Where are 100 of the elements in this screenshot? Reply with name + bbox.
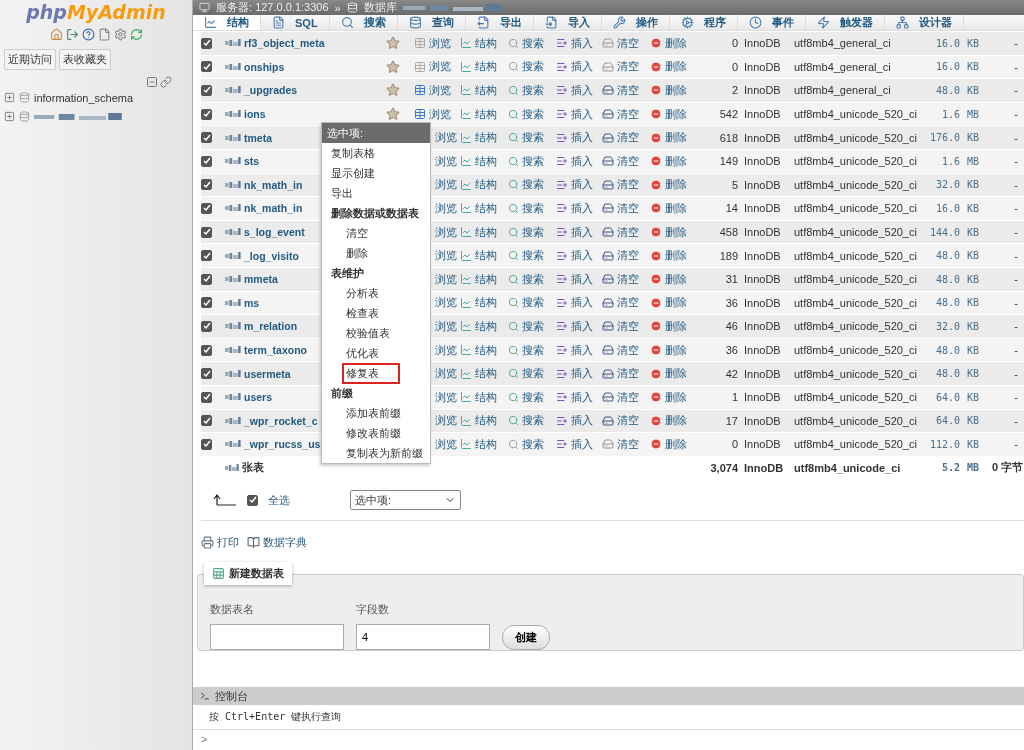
browse-link[interactable]: 浏览 — [414, 35, 460, 51]
empty-link[interactable]: 清空 — [602, 106, 650, 122]
empty-link[interactable]: 清空 — [602, 366, 650, 382]
structure-link[interactable]: 结构 — [460, 200, 508, 216]
structure-link[interactable]: 结构 — [460, 389, 508, 405]
empty-link[interactable]: 清空 — [602, 342, 650, 358]
menu-item[interactable]: 复制表为新前缀 — [342, 442, 427, 464]
insert-link[interactable]: 插入 — [556, 35, 602, 51]
structure-link[interactable]: 结构 — [460, 342, 508, 358]
insert-link[interactable]: 插入 — [556, 59, 602, 75]
empty-link[interactable]: 清空 — [602, 35, 650, 51]
table-name[interactable]: nk_math_in — [244, 202, 303, 215]
table-name[interactable]: term_taxono — [244, 344, 307, 356]
structure-link[interactable]: 结构 — [460, 318, 508, 334]
structure-link[interactable]: 结构 — [460, 366, 508, 382]
empty-link[interactable]: 清空 — [602, 318, 650, 334]
tab[interactable]: SQL — [261, 15, 330, 30]
structure-link[interactable]: 结构 — [460, 295, 508, 311]
insert-link[interactable]: 插入 — [556, 366, 602, 382]
home-icon[interactable] — [49, 28, 63, 41]
insert-link[interactable]: 插入 — [556, 389, 602, 405]
search-link[interactable]: 搜索 — [508, 224, 556, 240]
table-name[interactable]: _log_visito — [244, 249, 299, 262]
empty-link[interactable]: 清空 — [602, 200, 650, 216]
breadcrumb-database[interactable]: 数据库 — [363, 0, 397, 15]
structure-link[interactable]: 结构 — [460, 83, 508, 98]
structure-link[interactable]: 结构 — [460, 224, 508, 240]
drop-link[interactable]: 删除 — [650, 200, 700, 216]
insert-link[interactable]: 插入 — [556, 413, 602, 429]
search-link[interactable]: 搜索 — [508, 248, 556, 264]
search-link[interactable]: 搜索 — [508, 318, 556, 334]
tab[interactable]: 搜索 — [329, 15, 398, 30]
search-link[interactable]: 搜索 — [508, 200, 556, 216]
star-icon[interactable] — [386, 36, 400, 51]
drop-link[interactable]: 删除 — [650, 413, 700, 429]
search-link[interactable]: 搜索 — [508, 130, 556, 146]
search-link[interactable]: 搜索 — [508, 59, 556, 75]
expand-icon[interactable] — [4, 111, 15, 122]
exit-icon[interactable] — [65, 28, 79, 41]
table-name[interactable]: nk_math_in — [244, 178, 303, 191]
drop-link[interactable]: 删除 — [650, 342, 700, 358]
tree-item[interactable]: information_schema — [34, 91, 134, 104]
menu-item[interactable]: 清空 — [342, 222, 372, 244]
checkbox[interactable] — [201, 155, 212, 167]
browse-link[interactable]: 浏览 — [414, 106, 460, 122]
drop-link[interactable]: 删除 — [650, 106, 700, 122]
tab[interactable]: 结构 — [193, 15, 261, 30]
table-name[interactable]: usermeta — [244, 367, 291, 380]
structure-link[interactable]: 结构 — [460, 35, 508, 51]
search-link[interactable]: 搜索 — [508, 153, 556, 169]
console-prompt[interactable]: > — [193, 730, 1024, 750]
table-name[interactable]: m_relation — [244, 320, 298, 333]
search-link[interactable]: 搜索 — [508, 271, 556, 287]
settings-icon[interactable] — [113, 28, 127, 41]
sidebar-button[interactable]: 近期访问 — [4, 49, 56, 70]
table-name[interactable]: onships — [244, 60, 285, 73]
structure-link[interactable]: 结构 — [460, 271, 508, 287]
search-link[interactable]: 搜索 — [508, 83, 556, 98]
table-name[interactable]: users — [244, 391, 273, 404]
search-link[interactable]: 搜索 — [508, 342, 556, 358]
checkbox[interactable] — [201, 85, 212, 96]
drop-link[interactable]: 删除 — [650, 436, 700, 452]
empty-link[interactable]: 清空 — [602, 248, 650, 264]
browse-link[interactable]: 浏览 — [414, 83, 460, 98]
checkbox[interactable] — [201, 250, 212, 262]
collapse-icon[interactable] — [146, 76, 158, 88]
print-link[interactable]: 打印 — [201, 535, 239, 551]
menu-item[interactable]: 导出 — [327, 182, 357, 204]
insert-link[interactable]: 插入 — [556, 130, 602, 146]
link-icon[interactable] — [160, 76, 172, 88]
search-link[interactable]: 搜索 — [508, 106, 556, 122]
empty-link[interactable]: 清空 — [602, 83, 650, 98]
search-link[interactable]: 搜索 — [508, 366, 556, 382]
menu-item[interactable]: 添加表前缀 — [342, 402, 405, 424]
star-icon[interactable] — [386, 59, 400, 74]
checkbox[interactable] — [201, 61, 212, 73]
table-name[interactable]: ions — [244, 108, 266, 121]
checkbox[interactable] — [201, 438, 212, 450]
drop-link[interactable]: 删除 — [650, 318, 700, 334]
search-link[interactable]: 搜索 — [508, 413, 556, 429]
insert-link[interactable]: 插入 — [556, 200, 602, 216]
drop-link[interactable]: 删除 — [650, 130, 700, 146]
tab[interactable]: 操作 — [601, 15, 670, 30]
empty-link[interactable]: 清空 — [602, 224, 650, 240]
tab[interactable]: 设计器 — [884, 15, 964, 30]
data-dictionary-link[interactable]: 数据字典 — [247, 535, 307, 551]
create-button[interactable]: 创建 — [502, 625, 550, 651]
insert-link[interactable]: 插入 — [556, 248, 602, 264]
drop-link[interactable]: 删除 — [650, 366, 700, 382]
empty-link[interactable]: 清空 — [602, 389, 650, 405]
search-link[interactable]: 搜索 — [508, 177, 556, 193]
menu-item[interactable]: 复制表格 — [327, 142, 379, 164]
drop-link[interactable]: 删除 — [650, 271, 700, 287]
empty-link[interactable]: 清空 — [602, 295, 650, 311]
drop-link[interactable]: 删除 — [650, 295, 700, 311]
table-name[interactable]: _upgrades — [244, 84, 298, 97]
tab[interactable]: 事件 — [737, 15, 806, 30]
table-name[interactable]: mmeta — [244, 273, 278, 286]
insert-link[interactable]: 插入 — [556, 224, 602, 240]
table-name[interactable]: _wpr_rucss_us — [244, 438, 321, 451]
